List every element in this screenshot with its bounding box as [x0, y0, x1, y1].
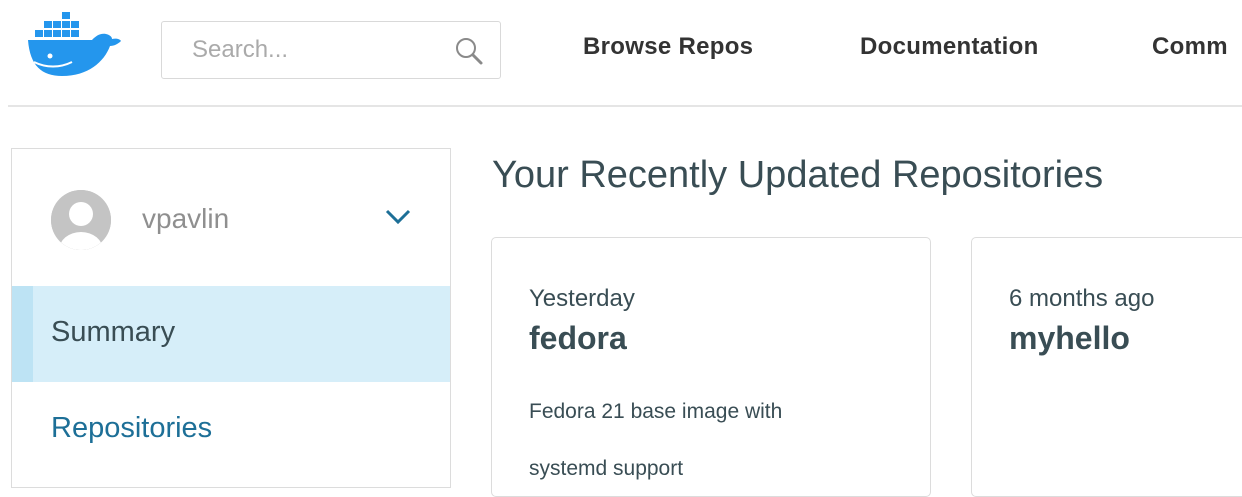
- repo-card[interactable]: 6 months ago myhello: [971, 237, 1242, 497]
- user-menu-toggle[interactable]: vpavlin: [12, 149, 450, 287]
- top-header: Browse Repos Documentation Comm: [0, 0, 1242, 107]
- search-icon[interactable]: [454, 36, 484, 66]
- user-silhouette-icon: [51, 190, 111, 250]
- repo-card[interactable]: Yesterday fedora Fedora 21 base image wi…: [491, 237, 931, 497]
- page-title: Your Recently Updated Repositories: [492, 154, 1104, 196]
- repo-description-line: Fedora 21 base image with: [529, 400, 783, 423]
- repo-updated-time: 6 months ago: [1009, 285, 1155, 312]
- repo-updated-time: Yesterday: [529, 285, 635, 312]
- repo-description: Fedora 21 base image with systemd suppor…: [529, 383, 859, 497]
- nav-browse-repos[interactable]: Browse Repos: [583, 33, 753, 61]
- sidebar-item-label: Summary: [51, 316, 176, 348]
- nav-community[interactable]: Comm: [1152, 33, 1228, 61]
- repo-name[interactable]: fedora: [529, 320, 627, 357]
- search-input[interactable]: [162, 22, 442, 78]
- docker-whale-logo-icon[interactable]: [26, 10, 122, 82]
- repo-description-line: systemd support: [529, 457, 684, 480]
- sidebar: vpavlin Summary Repositories: [11, 148, 451, 488]
- active-indicator: [12, 286, 33, 382]
- chevron-down-icon[interactable]: [385, 207, 411, 227]
- username: vpavlin: [142, 203, 230, 234]
- search-box[interactable]: [161, 21, 501, 79]
- repo-name[interactable]: myhello: [1009, 320, 1130, 357]
- nav-documentation[interactable]: Documentation: [860, 33, 1039, 61]
- sidebar-item-repositories[interactable]: Repositories: [12, 382, 450, 478]
- header-divider: [8, 105, 1242, 107]
- sidebar-item-summary[interactable]: Summary: [12, 286, 450, 382]
- avatar[interactable]: [51, 190, 111, 250]
- sidebar-item-label: Repositories: [51, 412, 213, 444]
